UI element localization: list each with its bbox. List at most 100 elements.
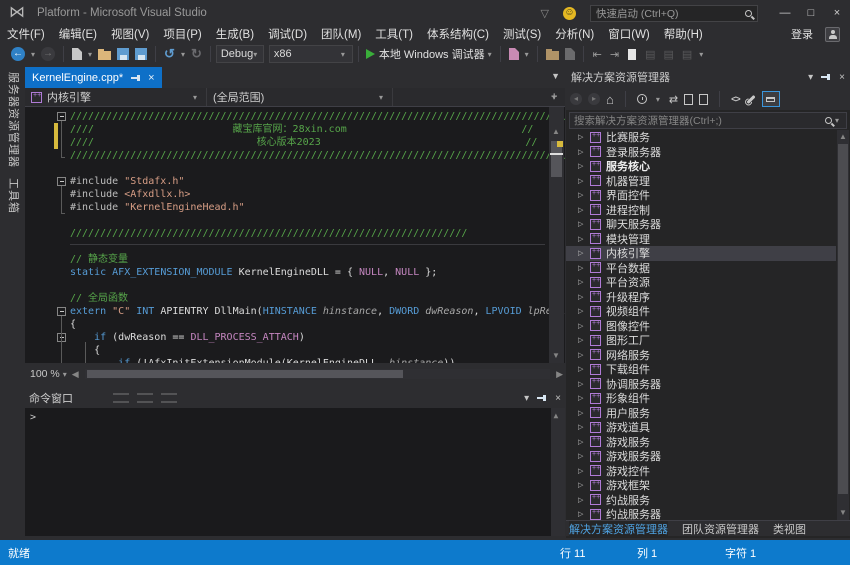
tab-kernelengine-cpp[interactable]: KernelEngine.cpp* × [25,67,162,88]
properties-wrench-icon[interactable] [746,94,755,103]
expand-arrow-icon[interactable]: ▷ [578,220,590,228]
code-line[interactable]: ////////////////////////////////////////… [25,149,565,162]
maximize-button[interactable]: □ [798,2,824,24]
code-line[interactable]: #include <Afxdllx.h> [25,188,565,201]
attach-to-process-icon[interactable] [509,48,519,60]
expand-arrow-icon[interactable]: ▷ [578,293,590,301]
expand-arrow-icon[interactable]: ▷ [578,380,590,388]
expand-arrow-icon[interactable]: ▷ [578,351,590,359]
zoom-dropdown-icon[interactable]: ▾ [63,370,67,379]
tree-item-2[interactable]: ▷服务核心 [566,159,836,174]
solution-explorer-header[interactable]: 解决方案资源管理器 ▾ × [566,66,850,88]
tree-item-23[interactable]: ▷游戏控件 [566,464,836,479]
open-file-icon[interactable] [98,51,111,60]
tree-item-9[interactable]: ▷平台数据 [566,261,836,276]
code-line[interactable]: //// 藏宝库官网：28xin.com // [25,123,565,136]
save-icon[interactable] [117,48,129,60]
menu-item-0[interactable]: 文件(F) [0,26,52,42]
code-line[interactable]: extern "C" INT APIENTRY DllMain(HINSTANC… [25,305,565,318]
minimize-button[interactable]: — [772,2,798,24]
pin-icon[interactable] [537,393,547,403]
undo-icon[interactable]: ↺ [164,46,175,62]
bottom-tab-2[interactable]: 类视图 [773,521,806,537]
expand-arrow-icon[interactable]: ▷ [578,336,590,344]
expand-arrow-icon[interactable]: ▷ [578,409,590,417]
tree-item-14[interactable]: ▷图形工厂 [566,333,836,348]
tree-item-24[interactable]: ▷游戏框架 [566,478,836,493]
window-position-dropdown-icon[interactable]: ▾ [524,393,529,404]
tree-item-4[interactable]: ▷界面控件 [566,188,836,203]
start-debugging-icon[interactable] [366,49,375,59]
pin-icon[interactable] [821,72,831,82]
menu-item-7[interactable]: 工具(T) [368,26,420,42]
tree-item-1[interactable]: ▷登录服务器 [566,145,836,160]
new-project-dropdown-icon[interactable]: ▾ [88,50,92,59]
solution-explorer-search[interactable]: 搜索解决方案资源管理器(Ctrl+;) ▾ [569,112,847,129]
code-line[interactable]: { [25,344,565,357]
home-icon[interactable]: ⌂ [606,92,614,107]
expand-arrow-icon[interactable]: ▷ [578,365,590,373]
new-project-icon[interactable] [72,48,82,60]
code-line[interactable]: ////////////////////////////////////////… [25,110,565,123]
back-icon[interactable]: ◂ [570,93,582,105]
menu-item-3[interactable]: 项目(P) [156,26,208,42]
scroll-right-icon[interactable]: ▶ [556,369,563,380]
sign-in-link[interactable]: 登录 [791,26,813,42]
menu-item-11[interactable]: 窗口(W) [601,26,657,42]
close-panel-icon[interactable]: × [555,393,561,404]
expand-arrow-icon[interactable]: ▷ [578,278,590,286]
debug-target-dropdown-icon[interactable]: ▾ [488,50,492,59]
code-line[interactable] [25,214,565,227]
menu-item-2[interactable]: 视图(V) [104,26,156,42]
tab-server-explorer[interactable]: 服务器资源管理器 [6,72,22,168]
code-line[interactable]: static AFX_EXTENSION_MODULE KernelEngine… [25,266,565,279]
editor-horizontal-scrollbar[interactable] [85,369,550,379]
tree-item-17[interactable]: ▷协调服务器 [566,377,836,392]
scroll-left-icon[interactable]: ◀ [72,369,79,380]
tree-item-21[interactable]: ▷游戏服务 [566,435,836,450]
navigate-back-icon[interactable]: ← [11,47,25,61]
tree-item-6[interactable]: ▷聊天服务器 [566,217,836,232]
menu-item-12[interactable]: 帮助(H) [657,26,710,42]
filter-dropdown-icon[interactable]: ▾ [656,95,660,104]
code-line[interactable] [25,162,565,175]
debug-target-label[interactable]: 本地 Windows 调试器 [379,46,485,62]
expand-arrow-icon[interactable]: ▷ [578,496,590,504]
code-line[interactable]: //// 核心版本2023 // [25,136,565,149]
code-editor[interactable]: ////////////////////////////////////////… [25,107,565,363]
expand-arrow-icon[interactable]: ▷ [578,510,590,518]
sync-with-active-document-icon[interactable] [684,94,693,105]
switch-views-icon[interactable]: ⇄ [669,93,678,106]
expand-arrow-icon[interactable]: ▷ [578,322,590,330]
scroll-up-icon[interactable]: ▲ [839,132,847,141]
solution-platform-select[interactable]: x86 ▾ [269,45,353,63]
tree-item-13[interactable]: ▷图像控件 [566,319,836,334]
code-line[interactable]: // 静态变量 [25,253,565,266]
command-window-scrollbar[interactable]: ▲ [551,408,565,536]
save-all-icon[interactable] [135,48,147,60]
expand-arrow-icon[interactable]: ▷ [578,162,590,170]
expand-arrow-icon[interactable]: ▷ [578,481,590,489]
scroll-down-icon[interactable]: ▼ [552,351,560,360]
tree-item-5[interactable]: ▷进程控制 [566,203,836,218]
tree-item-20[interactable]: ▷游戏道具 [566,420,836,435]
menu-item-8[interactable]: 体系结构(C) [420,26,496,42]
scroll-down-icon[interactable]: ▼ [839,508,847,517]
decrease-indent-icon[interactable]: ⇤ [593,48,602,61]
code-line[interactable]: #include "KernelEngineHead.h" [25,201,565,214]
collapse-all-button[interactable] [762,91,780,107]
code-line[interactable] [25,240,565,253]
close-panel-icon[interactable]: × [839,72,845,83]
expand-arrow-icon[interactable]: ▷ [578,423,590,431]
bottom-tab-1[interactable]: 团队资源管理器 [682,521,759,537]
pin-icon[interactable] [131,73,141,83]
expand-arrow-icon[interactable]: ▷ [578,249,590,257]
command-window-input[interactable]: > ▲ [25,408,565,536]
view-code-icon[interactable]: <> [731,94,740,104]
tree-item-11[interactable]: ▷升级程序 [566,290,836,305]
attach-dropdown-icon[interactable]: ▾ [525,50,529,59]
code-line[interactable]: ////////////////////////////////////////… [25,227,565,240]
code-line[interactable]: { [25,318,565,331]
scroll-up-icon[interactable]: ▲ [552,127,560,136]
collapse-region-icon[interactable] [57,177,66,186]
